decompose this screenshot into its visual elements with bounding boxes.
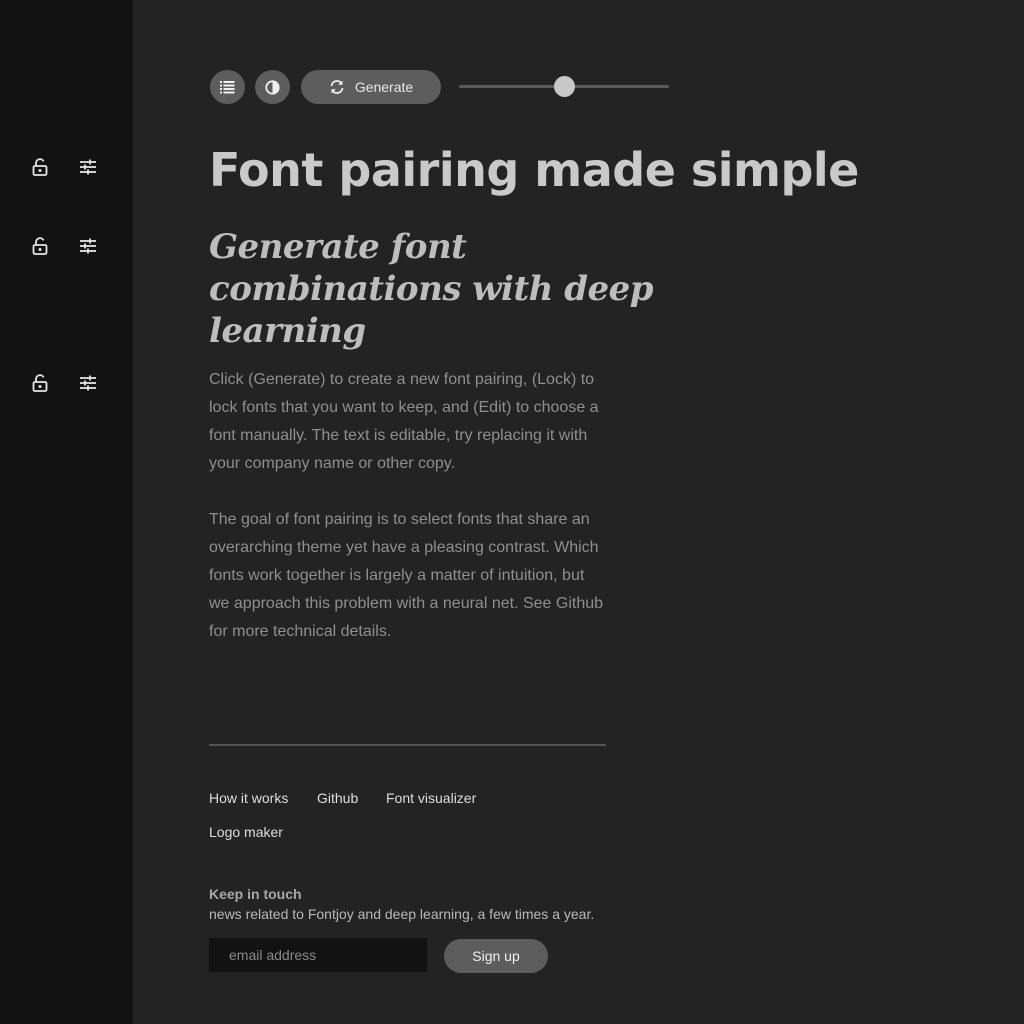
keep-in-touch-title: Keep in touch (209, 886, 302, 902)
email-field[interactable] (209, 938, 427, 972)
refresh-icon (330, 80, 344, 94)
contrast-icon (265, 79, 280, 95)
signup-button[interactable]: Sign up (444, 939, 548, 973)
link-logo-maker[interactable]: Logo maker (209, 824, 283, 840)
contrast-button[interactable] (255, 70, 290, 104)
list-button[interactable] (210, 70, 245, 104)
subheadline[interactable]: Generate font combinations with deep lea… (209, 226, 729, 352)
generate-button[interactable]: Generate (301, 70, 441, 104)
headline[interactable]: Font pairing made simple (209, 143, 859, 197)
main-content: Generate Font pairing made simple Genera… (0, 0, 1024, 1024)
link-github[interactable]: Github (317, 790, 358, 806)
generate-label: Generate (354, 79, 414, 95)
divider (209, 744, 606, 746)
link-font-visualizer[interactable]: Font visualizer (386, 790, 476, 806)
body-paragraph[interactable]: Click (Generate) to create a new font pa… (209, 366, 609, 478)
list-icon (220, 81, 235, 94)
link-how-it-works[interactable]: How it works (209, 790, 288, 806)
body-paragraph[interactable]: The goal of font pairing is to select fo… (209, 506, 609, 646)
keep-in-touch-description: news related to Fontjoy and deep learnin… (209, 906, 595, 922)
slider-thumb[interactable] (553, 76, 575, 97)
